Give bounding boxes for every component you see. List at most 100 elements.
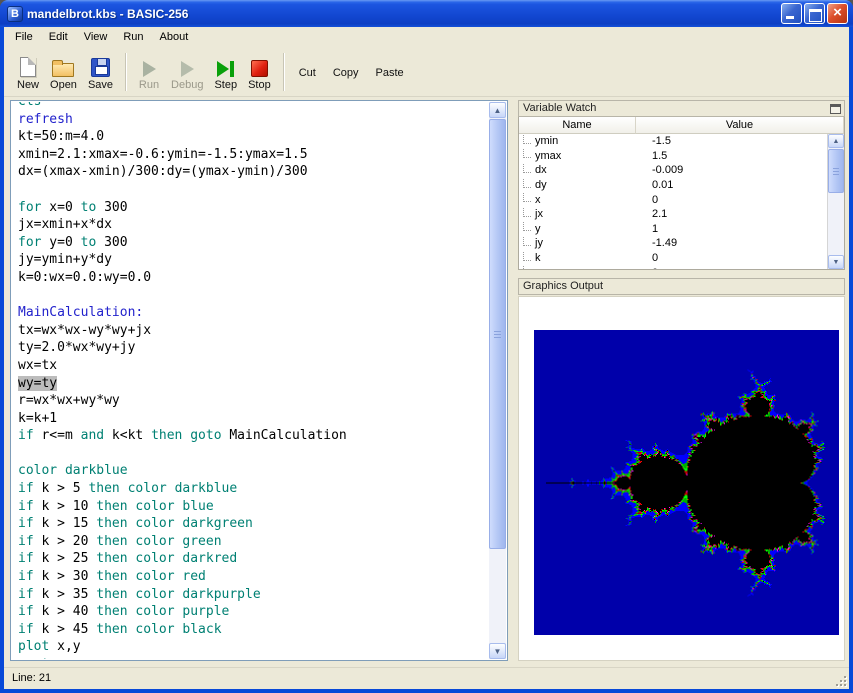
code-line: refresh	[18, 111, 73, 127]
code-line: wx=tx	[18, 357, 58, 373]
tree-twig-icon	[523, 163, 531, 173]
code-line: if k > 45 then color black	[18, 621, 222, 637]
code-line: next y	[18, 656, 489, 659]
scrollbar-thumb[interactable]	[828, 149, 844, 193]
stop-icon	[250, 60, 268, 77]
debug-button[interactable]: Debug	[166, 50, 208, 94]
tree-twig-icon	[523, 222, 531, 232]
variable-row[interactable]: x0	[519, 192, 827, 207]
workspace: clsrefresh kt=50:m=4.0xmin=2.1:xmax=-0.6:…	[4, 97, 849, 667]
variable-row[interactable]: jy -1.49	[519, 236, 827, 251]
variable-row[interactable]: wx0	[519, 265, 827, 269]
scrollbar-thumb[interactable]	[489, 119, 506, 549]
resize-grip[interactable]	[834, 674, 847, 687]
status-bar: Line: 21	[4, 667, 849, 689]
graphics-output-header: Graphics Output	[518, 278, 845, 295]
window-title: mandelbrot.kbs - BASIC-256	[27, 6, 189, 21]
scroll-up-arrow-icon[interactable]: ▲	[489, 102, 506, 118]
tree-twig-icon	[523, 178, 531, 188]
code-line: if k > 35 then color darkpurple	[18, 586, 261, 602]
code-line: jx=xmin+x*dx	[18, 217, 112, 233]
variable-row[interactable]: ymin -1.5	[519, 134, 827, 149]
toolbar-button-label: Run	[138, 79, 160, 91]
variable-watch-table: Name Value ymin -1.5 ymax 1.5 dx -0.009 dy 0.01…	[518, 117, 845, 270]
menu-bar: File Edit View Run About	[4, 27, 849, 47]
column-header-value[interactable]: Value	[636, 117, 844, 134]
code-line: wy=ty	[18, 375, 58, 391]
menu-item-view[interactable]: View	[76, 27, 116, 47]
title-bar[interactable]: B mandelbrot.kbs - BASIC-256	[0, 0, 853, 27]
open-button[interactable]: Open	[45, 50, 82, 94]
code-line: plot x,y	[18, 639, 81, 655]
toolbar-button-label: Copy	[332, 67, 359, 79]
menu-item-file[interactable]: File	[7, 27, 41, 47]
variable-rows: ymin -1.5 ymax 1.5 dx -0.009 dy 0.01 x 0 jx 2.1 y 1 jy…	[519, 134, 827, 269]
cut-button[interactable]: Cut	[291, 50, 324, 94]
toolbar-separator	[282, 53, 285, 91]
code-line: MainCalculation:	[18, 305, 144, 321]
tree-twig-icon	[523, 193, 531, 203]
toolbar-button-label: Step	[214, 79, 238, 91]
editor-scrollbar[interactable]: ▲ ▼	[489, 102, 506, 659]
toolbar-button-label: Open	[50, 79, 77, 91]
variable-row[interactable]: dx -0.009	[519, 163, 827, 178]
code-line: kt=50:m=4.0	[18, 129, 105, 145]
code-line: k=0:wx=0.0:wy=0.0	[18, 269, 152, 285]
line-indicator: Line: 21	[12, 672, 52, 684]
code-line: if k > 40 then color purple	[18, 604, 230, 620]
scroll-up-arrow-icon[interactable]: ▲	[828, 134, 844, 148]
tree-twig-icon	[523, 236, 531, 246]
variable-watch-header: Variable Watch	[518, 100, 845, 117]
maximize-button[interactable]	[804, 3, 825, 24]
copy-button[interactable]: Copy	[325, 50, 367, 94]
paste-button[interactable]: Paste	[368, 50, 412, 94]
tree-twig-icon	[523, 251, 531, 261]
new-file-icon	[20, 57, 36, 77]
step-icon	[217, 60, 234, 77]
variable-row[interactable]: jx 2.1	[519, 207, 827, 222]
toolbar-button-label: Cut	[298, 67, 316, 79]
stop-button[interactable]: Stop	[243, 50, 276, 94]
tree-twig-icon	[523, 207, 531, 217]
variable-row[interactable]: k0	[519, 251, 827, 266]
variable-row[interactable]: dy 0.01	[519, 178, 827, 193]
variable-watch-title: Variable Watch	[523, 102, 597, 114]
code-lines[interactable]: clsrefresh kt=50:m=4.0xmin=2.1:xmax=-0.6:…	[12, 102, 489, 659]
menu-item-edit[interactable]: Edit	[41, 27, 76, 47]
scroll-down-arrow-icon[interactable]: ▼	[828, 255, 844, 269]
run-button[interactable]: Run	[133, 50, 165, 94]
save-button[interactable]: Save	[83, 50, 118, 94]
column-header-name[interactable]: Name	[519, 117, 636, 134]
code-line: dx=(xmax-xmin)/300:dy=(ymax-ymin)/300	[18, 164, 308, 180]
variable-row[interactable]: ymax 1.5	[519, 149, 827, 164]
step-button[interactable]: Step	[209, 50, 242, 94]
variable-watch-scrollbar[interactable]: ▲ ▼	[827, 134, 844, 269]
new-button[interactable]: New	[12, 50, 44, 94]
float-panel-icon[interactable]	[830, 104, 841, 114]
save-icon	[90, 58, 110, 77]
code-line: if r<=m and k<kt then goto MainCalculati…	[18, 428, 347, 444]
close-button[interactable]	[827, 3, 848, 24]
graphics-output-title: Graphics Output	[523, 280, 604, 292]
menu-item-run[interactable]: Run	[115, 27, 151, 47]
toolbar-button-label: Debug	[171, 79, 204, 91]
code-line: ty=2.0*wx*wy+jy	[18, 340, 136, 356]
code-line: if k > 15 then color darkgreen	[18, 516, 253, 532]
toolbar-button-label: Save	[87, 79, 114, 91]
code-line: r=wx*wx+wy*wy	[18, 393, 120, 409]
app-window: B mandelbrot.kbs - BASIC-256 FileEditVie…	[0, 0, 853, 693]
toolbar-button-label: New	[17, 79, 40, 91]
code-editor[interactable]: clsrefresh kt=50:m=4.0xmin=2.1:xmax=-0.6:…	[10, 100, 508, 661]
scroll-down-arrow-icon[interactable]: ▼	[489, 643, 506, 659]
code-line: if k > 10 then color blue	[18, 498, 214, 514]
table-header-row: Name Value	[519, 117, 844, 134]
toolbar-button-label: Stop	[248, 79, 271, 91]
client-area: File Edit View Run About New Open Save Run Debug…	[4, 27, 849, 689]
menu-item-about[interactable]: About	[152, 27, 197, 47]
minimize-button[interactable]	[781, 3, 802, 24]
toolbar-separator	[125, 53, 128, 91]
variable-row[interactable]: y1	[519, 222, 827, 237]
code-line: for y=0 to 300	[18, 234, 128, 250]
open-folder-icon	[52, 60, 75, 77]
